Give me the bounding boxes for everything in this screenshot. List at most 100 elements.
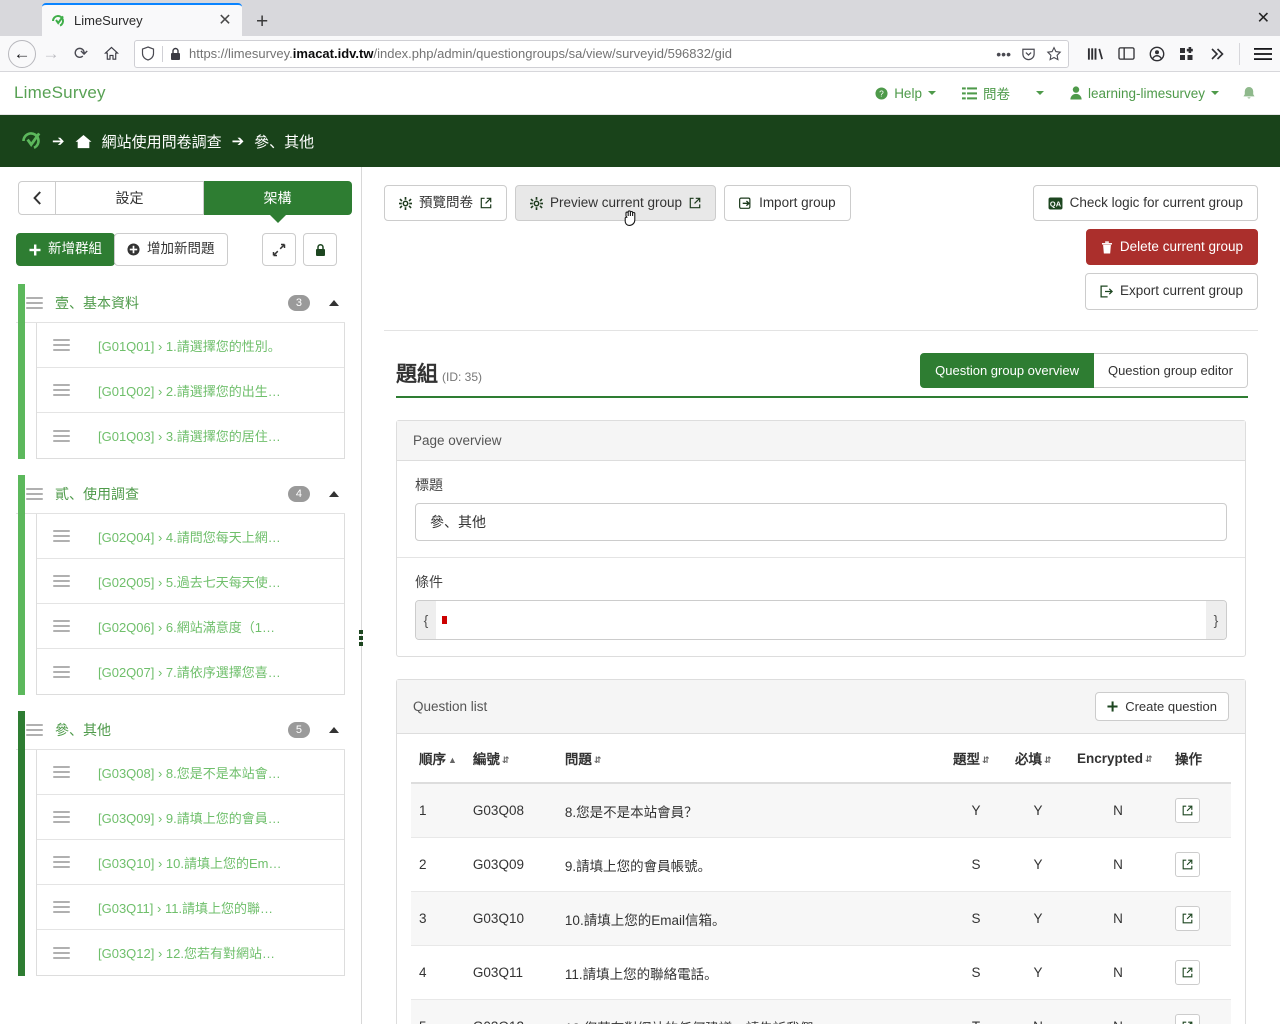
drag-handle-icon[interactable] — [26, 721, 43, 739]
col-header-question[interactable]: 問題 ⇵ — [556, 734, 945, 785]
bell-icon[interactable] — [1232, 86, 1266, 101]
close-icon[interactable]: ✕ — [216, 12, 234, 29]
drag-handle-icon[interactable] — [53, 853, 70, 871]
chevron-up-icon[interactable] — [329, 300, 339, 306]
drag-handle-icon[interactable] — [53, 427, 70, 445]
list-item[interactable]: [G02Q04] › 4.請問您每天上網… — [37, 514, 344, 559]
drag-handle-icon[interactable] — [26, 485, 43, 503]
pocket-icon[interactable] — [1021, 46, 1036, 61]
list-item[interactable]: [G03Q11] › 11.請填上您的聯… — [37, 885, 344, 930]
col-header-order[interactable]: 順序 ▲ — [411, 734, 465, 785]
group-title[interactable]: 參、其他 — [55, 720, 276, 740]
col-header-code[interactable]: 編號 ⇵ — [464, 734, 557, 785]
add-group-button[interactable]: 新增群組 — [16, 233, 115, 266]
home-icon[interactable] — [96, 39, 126, 69]
more-icon[interactable]: ••• — [996, 46, 1011, 62]
external-link-icon[interactable] — [1175, 852, 1200, 878]
drag-handle-icon[interactable] — [53, 572, 70, 590]
tab-question-group-editor[interactable]: Question group editor — [1093, 352, 1248, 388]
drag-handle-icon[interactable] — [53, 763, 70, 781]
back-icon[interactable]: ← — [8, 39, 36, 68]
breadcrumb-survey[interactable]: 網站使用問卷調查 — [102, 131, 222, 152]
condition-expression-body[interactable] — [436, 600, 1206, 639]
external-link-icon[interactable] — [1175, 798, 1200, 824]
library-icon[interactable] — [1087, 46, 1104, 62]
overflow-icon[interactable] — [1209, 47, 1225, 61]
chevron-up-icon[interactable] — [329, 727, 339, 733]
account-icon[interactable] — [1149, 46, 1165, 62]
lock-button[interactable] — [303, 233, 337, 266]
list-item[interactable]: [G03Q12] › 12.您若有對網站… — [37, 930, 344, 975]
lock-icon[interactable] — [170, 47, 181, 61]
group-title[interactable]: 壹、基本資料 — [55, 293, 276, 313]
list-item[interactable]: [G03Q08] › 8.您是不是本站會… — [37, 750, 344, 795]
drag-handle-icon[interactable] — [53, 336, 70, 354]
sidebar-collapse-button[interactable] — [18, 181, 56, 215]
sidebar-icon[interactable] — [1118, 46, 1135, 61]
drag-handle-icon[interactable] — [53, 617, 70, 635]
shield-icon[interactable] — [141, 46, 155, 61]
group-header[interactable]: 參、其他 5 — [16, 711, 345, 750]
table-row[interactable]: 2 G03Q09 9.請填上您的會員帳號。 S Y N — [411, 837, 1231, 893]
forward-icon[interactable]: → — [36, 39, 66, 69]
col-header-type[interactable]: 題型 ⇵ — [945, 734, 1007, 785]
list-item[interactable]: [G01Q03] › 3.請選擇您的居住… — [37, 413, 344, 458]
check-logic-button[interactable]: QA Check logic for current group — [1032, 185, 1258, 222]
menu-icon[interactable] — [1254, 47, 1272, 61]
export-current-group-button[interactable]: Export current group — [1084, 273, 1258, 310]
collapse-all-button[interactable] — [262, 233, 296, 266]
condition-expression-input[interactable]: { } — [415, 599, 1227, 640]
window-close-button[interactable]: ✕ — [1257, 8, 1270, 28]
table-row[interactable]: 4 G03Q11 11.請填上您的聯絡電話。 S Y N — [411, 945, 1231, 1001]
drag-handle-icon[interactable] — [53, 898, 70, 916]
table-row[interactable]: 5 G03Q12 12.您若有對網站的任何建議，請告訴我們。 T N N — [411, 999, 1231, 1024]
col-header-mandatory[interactable]: 必填 ⇵ — [1007, 734, 1069, 785]
topnav-help[interactable]: ? Help — [862, 72, 949, 115]
list-item[interactable]: [G02Q07] › 7.請依序選擇您喜… — [37, 649, 344, 694]
drag-handle-icon[interactable] — [53, 381, 70, 399]
sidebar-splitter-handle[interactable] — [354, 624, 368, 652]
group-header[interactable]: 貳、使用調查 4 — [16, 475, 345, 514]
chevron-up-icon[interactable] — [329, 491, 339, 497]
new-tab-button[interactable]: + — [256, 11, 268, 32]
drag-handle-icon[interactable] — [53, 663, 70, 681]
star-icon[interactable] — [1046, 45, 1062, 62]
external-link-icon[interactable] — [1175, 1014, 1200, 1024]
drag-handle-icon[interactable] — [26, 294, 43, 312]
drag-handle-icon[interactable] — [53, 527, 70, 545]
import-group-button[interactable]: Import group — [724, 185, 851, 222]
home-icon[interactable] — [75, 134, 92, 149]
list-item[interactable]: [G02Q05] › 5.過去七天每天使… — [37, 559, 344, 604]
topnav-surveys-caret[interactable] — [1023, 72, 1057, 115]
tab-settings[interactable]: 設定 — [56, 181, 204, 215]
group-header[interactable]: 壹、基本資料 3 — [16, 284, 345, 323]
tab-structure[interactable]: 架構 — [204, 181, 352, 223]
external-link-icon[interactable] — [1175, 960, 1200, 986]
topnav-user[interactable]: learning-limesurvey — [1057, 72, 1232, 115]
url-text[interactable]: https://limesurvey.imacat.idv.tw/index.p… — [189, 46, 990, 61]
breadcrumb-group[interactable]: 參、其他 — [254, 131, 314, 152]
table-row[interactable]: 1 G03Q08 8.您是不是本站會員？ Y Y N — [411, 783, 1231, 839]
topnav-surveys[interactable]: 問卷 — [949, 72, 1023, 115]
drag-handle-icon[interactable] — [53, 944, 70, 962]
table-row[interactable]: 3 G03Q10 10.請填上您的Email信箱。 S Y N — [411, 891, 1231, 947]
col-header-encrypted[interactable]: Encrypted ⇵ — [1069, 734, 1167, 785]
list-item[interactable]: [G03Q10] › 10.請填上您的Em… — [37, 840, 344, 885]
list-item[interactable]: [G01Q02] › 2.請選擇您的出生… — [37, 368, 344, 413]
list-item[interactable]: [G02Q06] › 6.網站滿意度（1… — [37, 604, 344, 649]
add-question-button[interactable]: 增加新問題 — [114, 233, 228, 266]
preview-current-group-button[interactable]: Preview current group — [515, 185, 717, 226]
delete-current-group-button[interactable]: Delete current group — [1085, 229, 1258, 266]
list-item[interactable]: [G03Q09] › 9.請填上您的會員… — [37, 795, 344, 840]
tab-question-group-overview[interactable]: Question group overview — [920, 352, 1094, 388]
drag-handle-icon[interactable] — [53, 808, 70, 826]
reload-icon[interactable]: ⟳ — [66, 39, 96, 69]
browser-tab[interactable]: LimeSurvey ✕ — [42, 3, 242, 36]
list-item[interactable]: [G01Q01] › 1.請選擇您的性別。 — [37, 323, 344, 368]
title-field-value[interactable]: 參、其他 — [415, 502, 1227, 541]
create-question-button[interactable]: Create question — [1095, 691, 1229, 722]
extensions-icon[interactable] — [1179, 46, 1195, 62]
url-bar[interactable]: https://limesurvey.imacat.idv.tw/index.p… — [134, 39, 1069, 68]
preview-survey-button[interactable]: 預覽問卷 — [384, 185, 507, 222]
group-title[interactable]: 貳、使用調查 — [55, 484, 276, 504]
